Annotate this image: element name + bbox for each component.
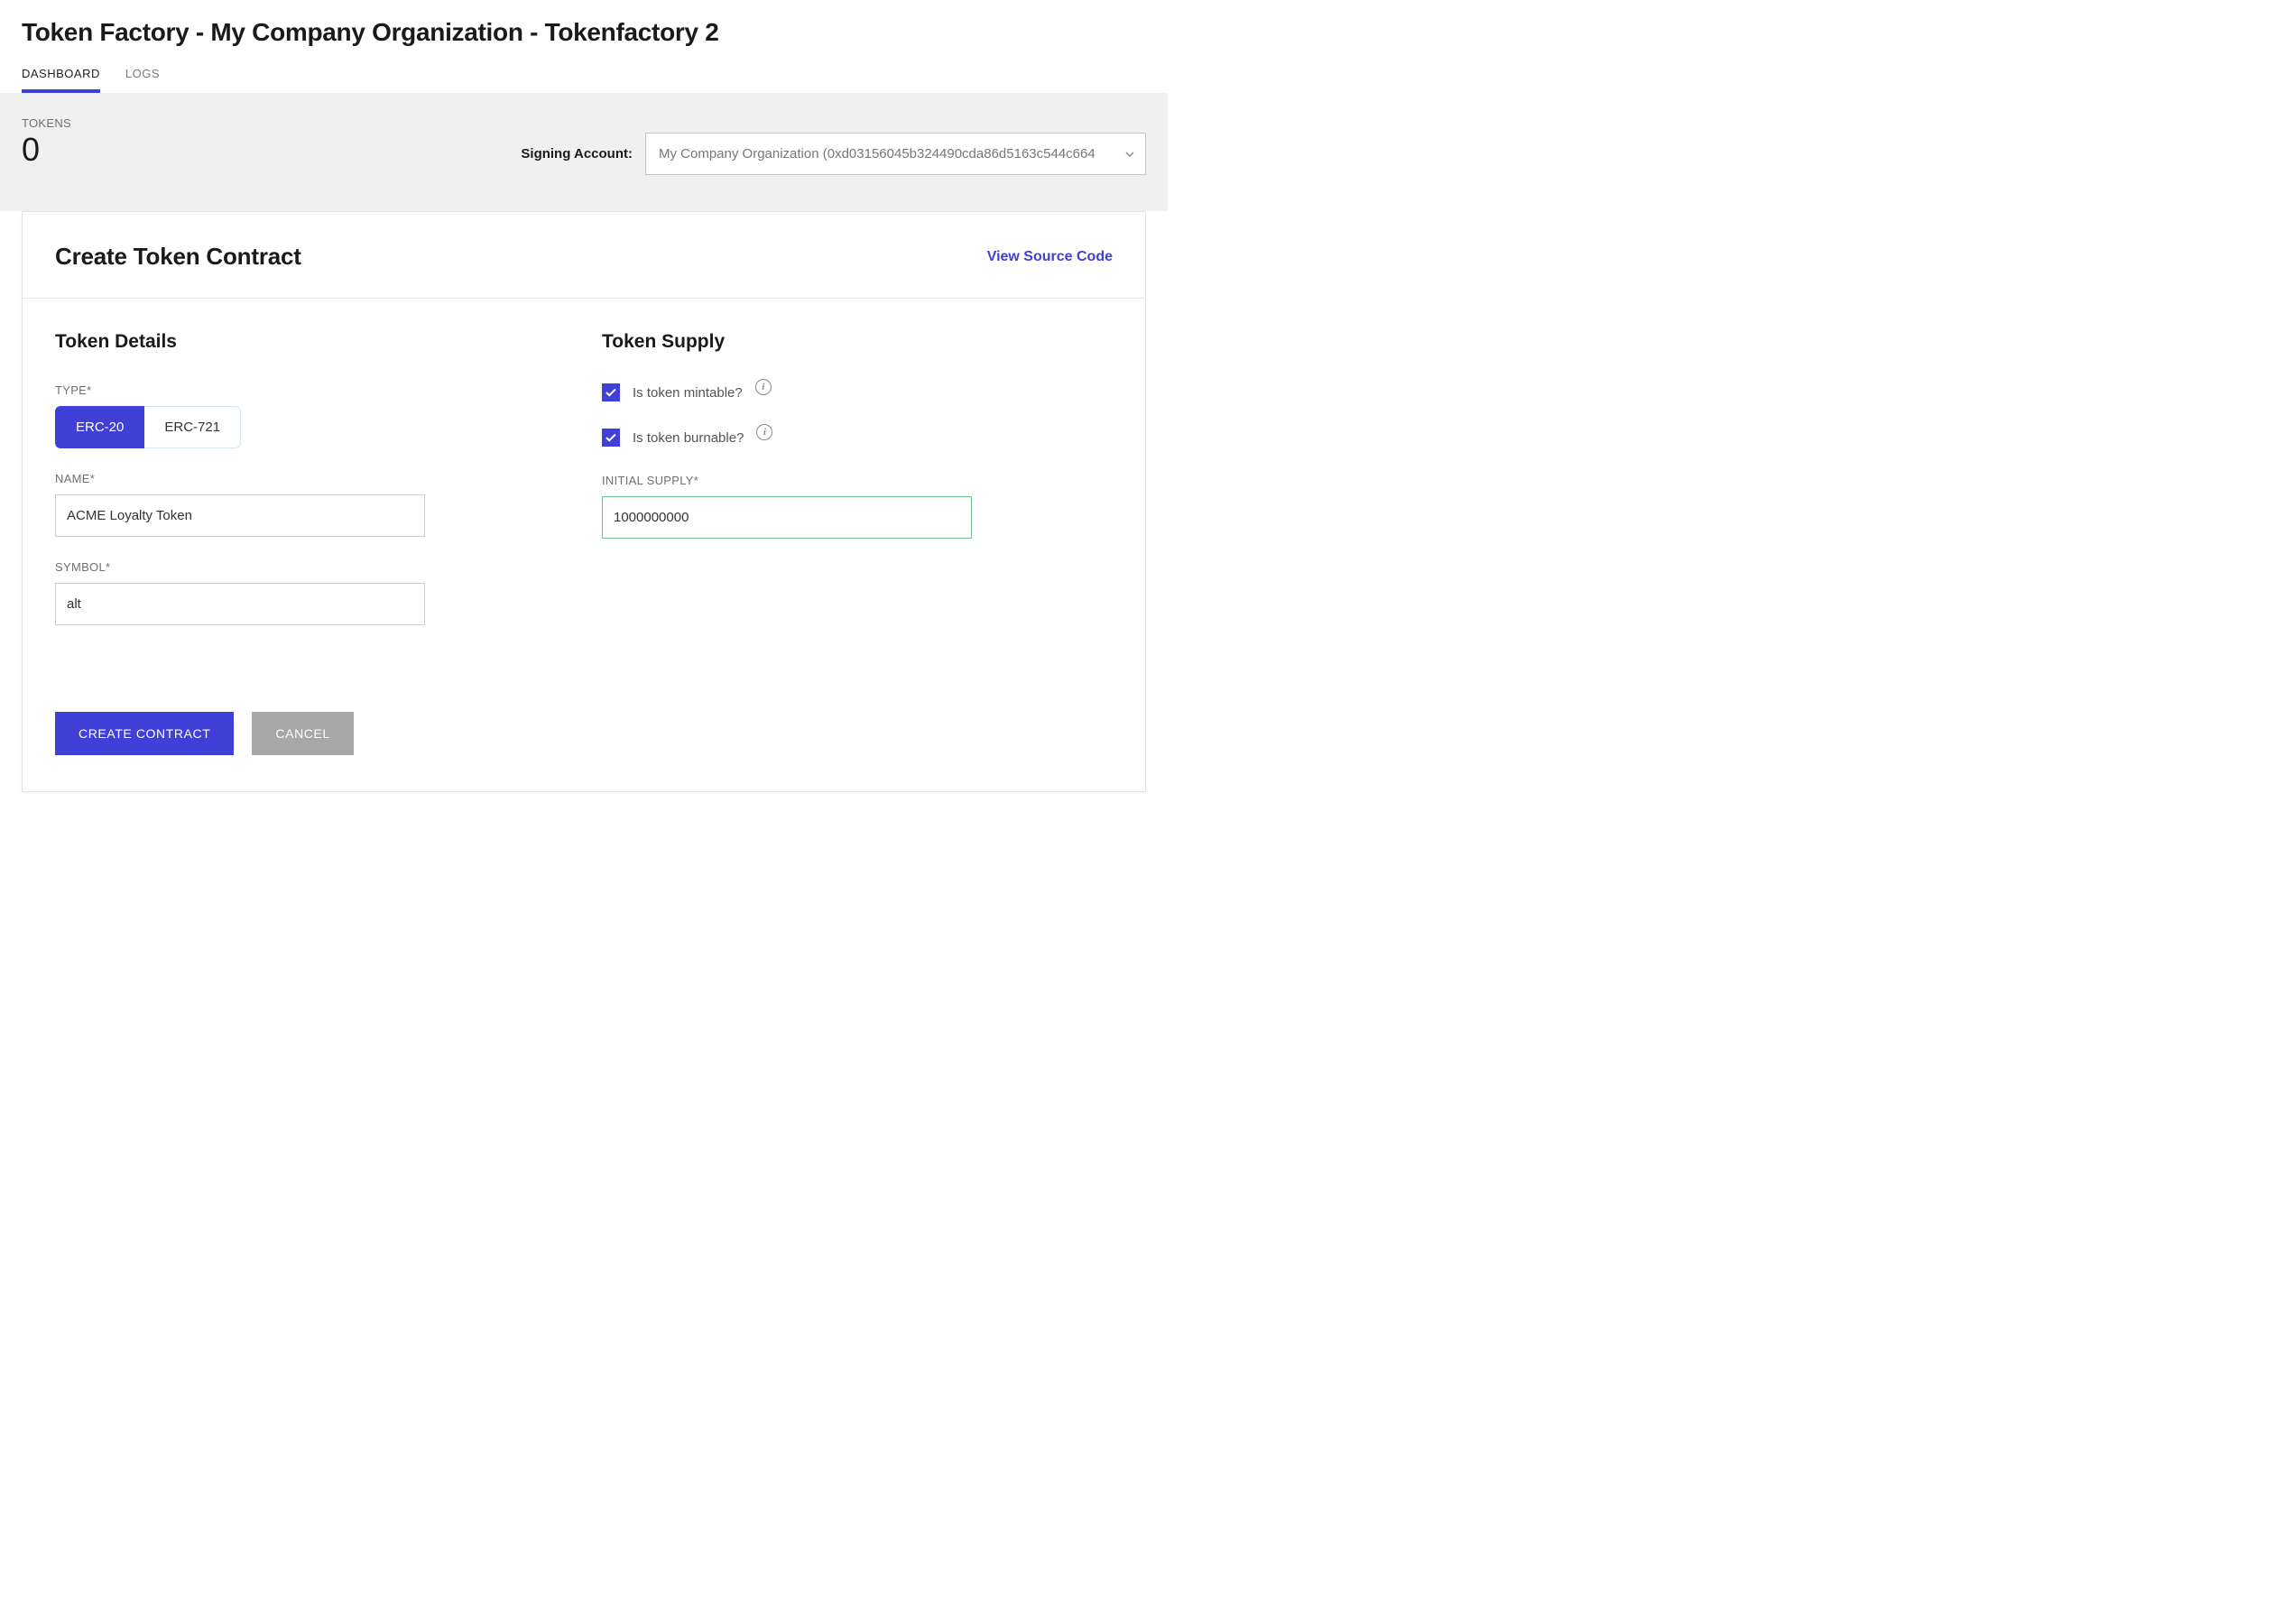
- tab-dashboard[interactable]: DASHBOARD: [22, 63, 100, 93]
- signing-account-select[interactable]: My Company Organization (0xd03156045b324…: [645, 133, 1146, 175]
- signing-account-value: My Company Organization (0xd03156045b324…: [659, 146, 1095, 161]
- create-token-card: Create Token Contract View Source Code T…: [22, 211, 1146, 792]
- token-details-heading: Token Details: [55, 331, 566, 353]
- name-input[interactable]: [55, 494, 425, 537]
- type-option-erc20[interactable]: ERC-20: [55, 406, 144, 448]
- type-segmented-control: ERC-20 ERC-721: [55, 406, 241, 448]
- mintable-label: Is token mintable?: [633, 385, 743, 401]
- initial-supply-input[interactable]: [602, 496, 972, 539]
- info-icon[interactable]: i: [755, 379, 772, 395]
- info-icon[interactable]: i: [756, 424, 772, 440]
- tokens-count-value: 0: [22, 134, 71, 166]
- tab-logs[interactable]: LOGS: [125, 63, 160, 93]
- token-supply-heading: Token Supply: [602, 331, 1113, 353]
- card-title: Create Token Contract: [55, 243, 301, 271]
- name-label: NAME*: [55, 472, 566, 485]
- burnable-checkbox[interactable]: [602, 429, 620, 447]
- symbol-label: SYMBOL*: [55, 560, 566, 574]
- type-option-erc721[interactable]: ERC-721: [144, 406, 241, 448]
- signing-account-label: Signing Account:: [521, 146, 633, 161]
- tab-bar: DASHBOARD LOGS: [22, 63, 1146, 93]
- chevron-down-icon: [1125, 149, 1134, 160]
- view-source-link[interactable]: View Source Code: [987, 249, 1113, 265]
- stats-bar: TOKENS 0 Signing Account: My Company Org…: [0, 93, 1168, 211]
- burnable-label: Is token burnable?: [633, 430, 744, 446]
- type-label: TYPE*: [55, 383, 566, 397]
- cancel-button[interactable]: CANCEL: [252, 712, 353, 755]
- page-title: Token Factory - My Company Organization …: [22, 18, 1146, 47]
- token-details-column: Token Details TYPE* ERC-20 ERC-721 NAME*…: [55, 331, 566, 755]
- create-contract-button[interactable]: CREATE CONTRACT: [55, 712, 234, 755]
- tokens-count-label: TOKENS: [22, 116, 71, 130]
- token-supply-column: Token Supply Is token mintable? i Is tok…: [602, 331, 1113, 755]
- symbol-input[interactable]: [55, 583, 425, 625]
- initial-supply-label: INITIAL SUPPLY*: [602, 474, 1113, 487]
- mintable-checkbox[interactable]: [602, 383, 620, 401]
